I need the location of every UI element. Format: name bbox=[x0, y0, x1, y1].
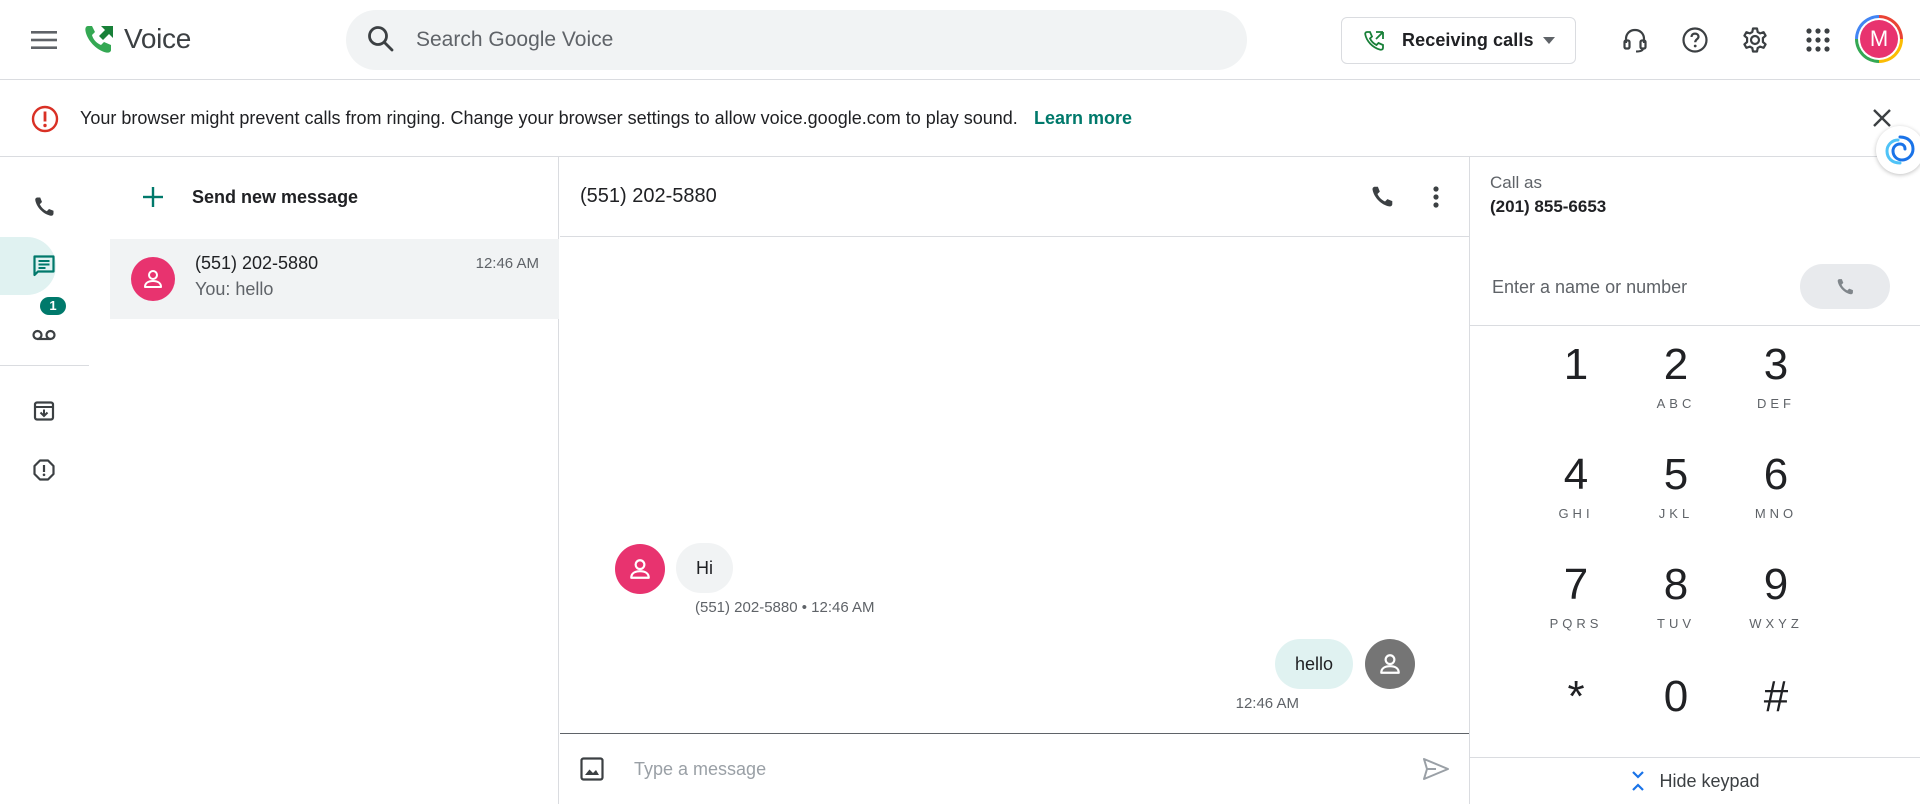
account-initial: M bbox=[1860, 20, 1898, 58]
voice-logo[interactable]: Voice bbox=[82, 22, 191, 56]
key-digit: 7 bbox=[1563, 560, 1589, 609]
message-input[interactable] bbox=[634, 734, 1394, 804]
spam-report-icon bbox=[32, 458, 56, 482]
rail-item-archive[interactable] bbox=[0, 382, 90, 440]
keypad-key-1[interactable]: 1 bbox=[1526, 340, 1626, 440]
attach-image-icon[interactable] bbox=[568, 745, 616, 793]
incoming-message-bubble[interactable]: Hi bbox=[676, 543, 733, 593]
sender-avatar bbox=[615, 544, 665, 594]
voicemail-icon bbox=[32, 328, 56, 342]
conversation-name: (551) 202-5880 bbox=[195, 253, 319, 273]
conversation-list-panel: Send new message (551) 202-5880 You: hel… bbox=[110, 157, 559, 804]
support-headset-icon[interactable] bbox=[1611, 16, 1659, 64]
rail-item-messages[interactable] bbox=[0, 237, 56, 295]
key-letters: DEF bbox=[1757, 396, 1795, 411]
rail-item-spam[interactable] bbox=[0, 441, 90, 499]
apps-grid-icon[interactable] bbox=[1794, 16, 1842, 64]
key-digit: 6 bbox=[1763, 450, 1789, 499]
keypad-key-6[interactable]: 6 MNO bbox=[1726, 450, 1826, 550]
send-new-message-label: Send new message bbox=[192, 186, 359, 207]
more-options-icon[interactable] bbox=[1412, 173, 1460, 221]
conversation-time: 12:46 AM bbox=[475, 255, 539, 272]
contact-avatar bbox=[131, 257, 175, 301]
phone-forwarded-icon bbox=[1362, 29, 1386, 53]
key-digit: 5 bbox=[1663, 450, 1689, 499]
help-icon[interactable] bbox=[1671, 16, 1719, 64]
banner-message: Your browser might prevent calls from ri… bbox=[80, 108, 1018, 128]
conversation-snippet: You: hello bbox=[195, 279, 274, 299]
voice-logo-icon bbox=[82, 22, 116, 56]
message-icon bbox=[32, 254, 56, 278]
incoming-message-meta: (551) 202-5880 • 12:46 AM bbox=[695, 599, 875, 616]
dialer-panel: Call as (201) 855-6653 1 2 ABC 3 DEF 4 G… bbox=[1469, 157, 1920, 804]
keypad-key-3[interactable]: 3 DEF bbox=[1726, 340, 1826, 440]
send-new-message-button[interactable]: Send new message bbox=[110, 157, 559, 237]
hide-keypad-button[interactable]: Hide keypad bbox=[1470, 757, 1920, 804]
archive-icon bbox=[32, 399, 56, 423]
navigation-rail: 1 bbox=[0, 157, 90, 804]
keypad-key-9[interactable]: 9 WXYZ bbox=[1726, 560, 1826, 660]
key-letters: ABC bbox=[1656, 396, 1696, 411]
dropdown-arrow-icon bbox=[1543, 37, 1555, 45]
keypad-key-7[interactable]: 7 PQRS bbox=[1526, 560, 1626, 660]
dial-call-button[interactable] bbox=[1800, 264, 1890, 309]
call-contact-icon[interactable] bbox=[1358, 173, 1406, 221]
dial-input-row bbox=[1470, 249, 1920, 326]
key-digit: # bbox=[1763, 672, 1789, 721]
call-as-label: Call as bbox=[1490, 173, 1542, 192]
receiving-calls-label: Receiving calls bbox=[1402, 30, 1534, 50]
key-letters: TUV bbox=[1657, 616, 1695, 631]
conversation-item[interactable]: (551) 202-5880 You: hello 12:46 AM bbox=[110, 239, 559, 319]
search-icon[interactable] bbox=[366, 24, 396, 54]
message-composer bbox=[560, 733, 1469, 804]
key-digit: 3 bbox=[1763, 340, 1789, 389]
thread-title: (551) 202-5880 bbox=[580, 185, 717, 207]
plus-icon bbox=[142, 186, 164, 208]
my-avatar bbox=[1365, 639, 1415, 689]
search-input[interactable] bbox=[416, 10, 1216, 70]
learn-more-link[interactable]: Learn more bbox=[1034, 108, 1132, 129]
send-icon[interactable] bbox=[1412, 745, 1460, 793]
message-thread-panel: (551) 202-5880 Hi (551) 202-5880 • 12:46… bbox=[560, 157, 1469, 804]
sound-warning-banner: Your browser might prevent calls from ri… bbox=[0, 80, 1920, 157]
key-digit: 9 bbox=[1763, 560, 1789, 609]
keypad-key-5[interactable]: 5 JKL bbox=[1626, 450, 1726, 550]
top-app-bar: Voice Receiving calls M bbox=[0, 0, 1920, 80]
key-digit: * bbox=[1567, 672, 1585, 721]
dial-number-input[interactable] bbox=[1492, 249, 1792, 325]
voicemail-count-badge: 1 bbox=[40, 297, 66, 315]
main-menu-icon[interactable] bbox=[20, 16, 68, 64]
key-letters: WXYZ bbox=[1749, 616, 1803, 631]
key-digit: 1 bbox=[1563, 340, 1589, 389]
error-alert-icon bbox=[30, 104, 60, 134]
outgoing-message-meta: 12:46 AM bbox=[1235, 695, 1299, 712]
thread-header: (551) 202-5880 bbox=[560, 157, 1469, 237]
key-digit: 8 bbox=[1663, 560, 1689, 609]
key-letters: JKL bbox=[1658, 506, 1694, 521]
hide-keypad-label: Hide keypad bbox=[1659, 770, 1760, 791]
key-digit: 0 bbox=[1663, 672, 1689, 721]
collapse-chevron-icon bbox=[1631, 770, 1645, 792]
settings-gear-icon[interactable] bbox=[1731, 16, 1779, 64]
key-letters: MNO bbox=[1754, 506, 1798, 521]
rail-item-calls[interactable] bbox=[0, 178, 90, 236]
key-digit: 2 bbox=[1663, 340, 1689, 389]
app-name: Voice bbox=[124, 23, 191, 54]
rail-divider bbox=[0, 365, 89, 366]
key-digit: 4 bbox=[1563, 450, 1589, 499]
key-letters: GHI bbox=[1558, 506, 1594, 521]
search-bar[interactable] bbox=[346, 10, 1247, 70]
outgoing-message-bubble[interactable]: hello bbox=[1274, 639, 1353, 689]
key-letters: PQRS bbox=[1549, 616, 1603, 631]
account-avatar-ring: M bbox=[1858, 18, 1900, 60]
receiving-calls-button[interactable]: Receiving calls bbox=[1341, 17, 1576, 64]
keypad-key-2[interactable]: 2 ABC bbox=[1626, 340, 1726, 440]
call-as-number[interactable]: (201) 855-6653 bbox=[1490, 197, 1606, 217]
phone-icon bbox=[32, 195, 56, 219]
keypad-key-4[interactable]: 4 GHI bbox=[1526, 450, 1626, 550]
account-avatar[interactable]: M bbox=[1855, 15, 1903, 63]
phone-icon bbox=[1835, 277, 1855, 297]
keypad-key-8[interactable]: 8 TUV bbox=[1626, 560, 1726, 660]
